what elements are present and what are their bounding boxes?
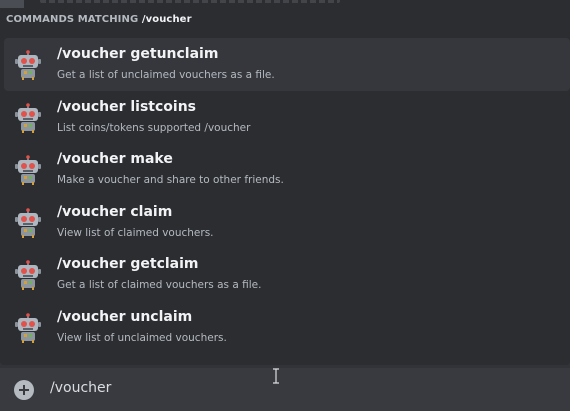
command-name: /voucher unclaim bbox=[57, 308, 193, 325]
command-autocomplete-popup: COMMANDS MATCHING /voucher /voucher getu… bbox=[0, 8, 570, 365]
plus-circle-icon[interactable] bbox=[14, 380, 34, 400]
robot-icon bbox=[12, 155, 44, 186]
chat-history-strip bbox=[0, 0, 570, 8]
robot-icon bbox=[12, 50, 44, 80]
command-item-claim[interactable]: /voucher claim View list of claimed vouc… bbox=[4, 196, 570, 249]
command-description: Get a list of claimed vouchers as a file… bbox=[57, 279, 262, 292]
robot-icon bbox=[12, 260, 44, 291]
header-label: COMMANDS MATCHING bbox=[6, 14, 139, 25]
command-description: View list of claimed vouchers. bbox=[57, 226, 214, 239]
text-cursor-icon bbox=[273, 368, 279, 384]
command-name: /voucher make bbox=[57, 151, 173, 168]
command-item-listcoins[interactable]: /voucher listcoins List coins/tokens sup… bbox=[4, 91, 570, 144]
robot-icon bbox=[12, 313, 44, 343]
command-description: Make a voucher and share to other friend… bbox=[57, 174, 284, 187]
command-list: /voucher getunclaim Get a list of unclai… bbox=[4, 38, 570, 354]
robot-icon bbox=[12, 102, 44, 133]
command-item-getunclaim[interactable]: /voucher getunclaim Get a list of unclai… bbox=[4, 38, 570, 91]
header-query: /voucher bbox=[141, 14, 192, 25]
command-name: /voucher getclaim bbox=[57, 256, 199, 273]
command-name: /voucher claim bbox=[57, 203, 173, 220]
autocomplete-header: COMMANDS MATCHING /voucher bbox=[6, 14, 192, 28]
command-description: View list of unclaimed vouchers. bbox=[57, 331, 227, 344]
message-text-fragment bbox=[40, 0, 340, 3]
command-item-unclaim[interactable]: /voucher unclaim View list of unclaimed … bbox=[4, 301, 570, 354]
message-avatar-fragment bbox=[0, 0, 24, 8]
message-composer: /voucher bbox=[0, 368, 570, 411]
command-description: List coins/tokens supported /voucher bbox=[57, 121, 251, 134]
message-input[interactable]: /voucher bbox=[50, 380, 111, 396]
command-item-getclaim[interactable]: /voucher getclaim Get a list of claimed … bbox=[4, 248, 570, 301]
command-name: /voucher listcoins bbox=[57, 98, 197, 115]
command-item-make[interactable]: /voucher make Make a voucher and share t… bbox=[4, 143, 570, 196]
robot-icon bbox=[12, 207, 44, 238]
command-description: Get a list of unclaimed vouchers as a fi… bbox=[57, 69, 275, 81]
command-name: /voucher getunclaim bbox=[57, 46, 219, 62]
